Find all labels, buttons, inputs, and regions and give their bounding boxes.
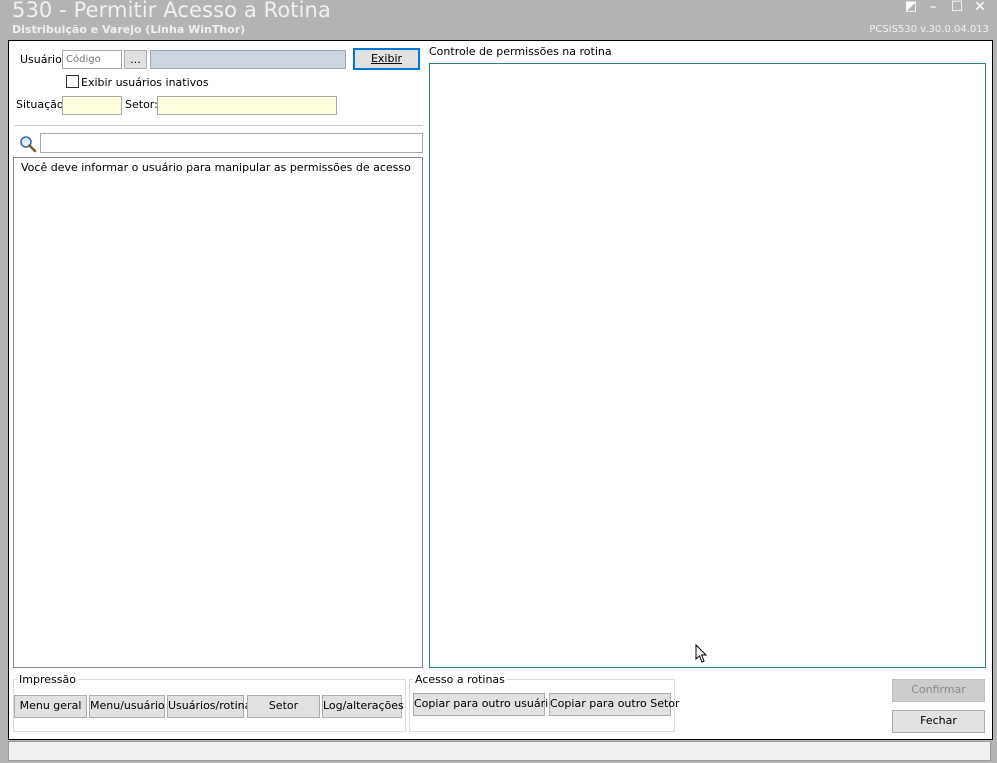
status-bar bbox=[8, 741, 991, 761]
exibir-button[interactable]: Exibir bbox=[353, 48, 420, 70]
browse-user-button[interactable]: ... bbox=[124, 50, 147, 69]
copiar-usuario-button[interactable]: Copiar para outro usuário bbox=[413, 693, 555, 716]
usuario-nome-field bbox=[150, 50, 346, 69]
mouse-cursor-icon bbox=[695, 643, 708, 664]
setor-label: Setor: bbox=[125, 98, 158, 111]
maximize-icon[interactable]: ☐ bbox=[948, 0, 966, 15]
setor-button[interactable]: Setor bbox=[247, 695, 320, 718]
user-permissions-list[interactable]: Você deve informar o usuário para manipu… bbox=[13, 157, 423, 668]
menu-geral-button[interactable]: Menu geral bbox=[14, 695, 87, 718]
acesso-group-title: Acesso a rotinas bbox=[413, 673, 507, 686]
inativos-checkbox[interactable] bbox=[66, 75, 79, 88]
empty-list-message: Você deve informar o usuário para manipu… bbox=[21, 161, 411, 174]
restore-layout-icon[interactable]: ◩ bbox=[902, 0, 920, 14]
window-title: 530 - Permitir Acesso a Rotina bbox=[12, 0, 331, 22]
situacao-input[interactable] bbox=[62, 96, 122, 115]
separator bbox=[14, 125, 423, 126]
fechar-button[interactable]: Fechar bbox=[892, 710, 985, 733]
setor-input[interactable] bbox=[157, 96, 337, 115]
close-icon[interactable]: ✕ bbox=[971, 0, 989, 15]
search-input[interactable] bbox=[40, 133, 423, 153]
window-subtitle: Distribuição e Varejo (Linha WinThor) bbox=[12, 23, 246, 36]
inativos-label: Exibir usuários inativos bbox=[81, 76, 209, 89]
menu-usuario-button[interactable]: Menu/usuário bbox=[89, 695, 165, 718]
client-area: Usuário: ... Exibir Exibir usuários inat… bbox=[8, 40, 993, 740]
permissions-tree[interactable] bbox=[429, 63, 986, 668]
version-label: PCSIS530 v.30.0.04.013 bbox=[869, 24, 989, 35]
confirmar-button[interactable]: Confirmar bbox=[892, 679, 985, 702]
minimize-icon[interactable]: – bbox=[924, 0, 942, 15]
magnifier-icon[interactable] bbox=[19, 135, 37, 153]
usuario-label: Usuário: bbox=[20, 53, 66, 66]
permissions-title: Controle de permissões na rotina bbox=[429, 45, 612, 58]
impressao-group-title: Impressão bbox=[17, 673, 78, 686]
situacao-label: Situação: bbox=[16, 98, 68, 111]
usuarios-rotina-button[interactable]: Usuários/rotina bbox=[167, 695, 251, 718]
usuario-codigo-input[interactable] bbox=[62, 50, 122, 69]
log-alteracoes-button[interactable]: Log/alterações bbox=[322, 695, 404, 718]
copiar-setor-button[interactable]: Copiar para outro Setor bbox=[549, 693, 680, 716]
